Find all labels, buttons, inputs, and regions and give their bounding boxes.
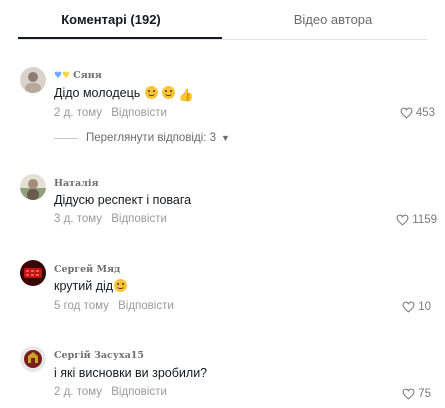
tab-divider (18, 39, 427, 40)
heart-icon (400, 107, 413, 119)
like-button[interactable]: 75 (402, 388, 431, 400)
comment-author[interactable]: Сергій Засуха15 (54, 350, 144, 361)
like-count: 1159 (412, 214, 437, 226)
comment-time: 2 д. тому (54, 386, 103, 398)
like-count: 453 (415, 107, 435, 119)
comment-body: Дідо молодець (54, 86, 141, 100)
divider-line (54, 137, 78, 139)
comment-meta: 3 д. тому Відповісти (54, 213, 167, 225)
tab-bar: Коментарі (192) Відео автора (0, 0, 445, 40)
grin-emoji-icon (114, 279, 128, 292)
author-name: Сяня (73, 70, 102, 81)
like-button[interactable]: 10 (402, 301, 431, 313)
comment-meta: 5 год тому Відповісти (54, 300, 174, 312)
comment-body: крутий дід (54, 279, 114, 293)
like-button[interactable]: 453 (400, 107, 435, 119)
comment-time: 5 год тому (54, 300, 109, 312)
reply-button[interactable]: Відповісти (118, 300, 174, 312)
view-replies-label: Переглянути відповіді: 3 (86, 132, 217, 144)
heart-icon (396, 214, 409, 226)
avatar[interactable] (20, 346, 46, 372)
view-replies-button[interactable]: Переглянути відповіді: 3 ▼ (54, 132, 230, 144)
reply-button[interactable]: Відповісти (111, 213, 167, 225)
like-count: 75 (418, 388, 431, 400)
comment-author[interactable]: ♥♥ Сяня (54, 70, 102, 81)
comment-author[interactable]: Сергей Мяд (54, 264, 120, 275)
grin-emoji-icon (162, 86, 176, 99)
comment-meta: 2 д. тому Відповісти (54, 386, 167, 398)
comment-time: 3 д. тому (54, 213, 103, 225)
heart-emoji-icon: ♥♥ (54, 71, 71, 81)
comment-text: Дідо молодець 👍 (54, 86, 194, 102)
reply-button[interactable]: Відповісти (111, 107, 167, 119)
avatar[interactable] (20, 67, 46, 93)
chevron-down-icon: ▼ (221, 133, 230, 143)
smile-emoji-icon (144, 86, 158, 99)
tab-comments[interactable]: Коментарі (192) (0, 0, 222, 40)
like-button[interactable]: 1159 (396, 214, 437, 226)
heart-icon (402, 388, 415, 400)
comment-text: і які висновки ви зробили? (54, 366, 208, 380)
reply-button[interactable]: Відповісти (111, 386, 167, 398)
heart-icon (402, 301, 415, 313)
avatar[interactable] (20, 260, 46, 286)
avatar[interactable] (20, 174, 46, 200)
comment-time: 2 д. тому (54, 107, 103, 119)
thumbs-up-emoji-icon: 👍 (178, 88, 194, 102)
comment-author[interactable]: Наталія (54, 178, 99, 189)
comment-text: Дідусю респект і повага (54, 193, 192, 207)
comment-text: крутий дід (54, 279, 128, 293)
like-count: 10 (418, 301, 431, 313)
tab-author-videos[interactable]: Відео автора (222, 0, 444, 40)
comment-meta: 2 д. тому Відповісти (54, 107, 167, 119)
